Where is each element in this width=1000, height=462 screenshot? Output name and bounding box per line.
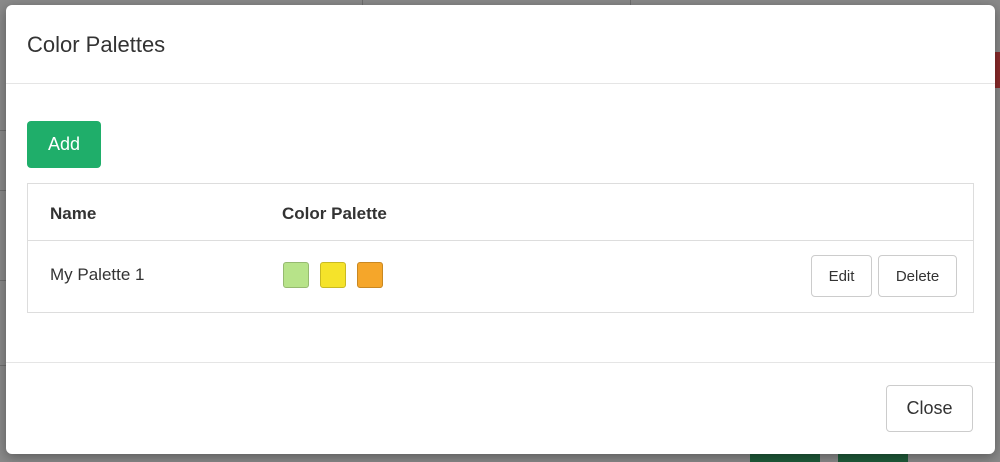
bg-green-button (750, 454, 820, 462)
column-header-color-palette: Color Palette (282, 204, 387, 223)
table-row: My Palette 1 Edit Delete (28, 241, 973, 312)
palette-name: My Palette 1 (50, 265, 145, 284)
palette-table: Name Color Palette My Palette 1 Edit Del… (27, 183, 974, 313)
modal-header: Color Palettes (6, 5, 995, 84)
close-button[interactable]: Close (886, 385, 973, 432)
column-header-name: Name (50, 204, 97, 223)
bg-green-button (838, 454, 908, 462)
modal-footer: Close (6, 362, 995, 454)
delete-button[interactable]: Delete (878, 255, 957, 297)
edit-button[interactable]: Edit (811, 255, 872, 297)
add-button[interactable]: Add (27, 121, 101, 168)
color-swatch (320, 262, 346, 288)
modal-title: Color Palettes (27, 32, 166, 57)
color-swatch (357, 262, 383, 288)
table-header: Name Color Palette (28, 184, 973, 241)
color-palettes-modal: Color Palettes Add Name Color Palette My… (6, 5, 995, 454)
color-swatch (283, 262, 309, 288)
